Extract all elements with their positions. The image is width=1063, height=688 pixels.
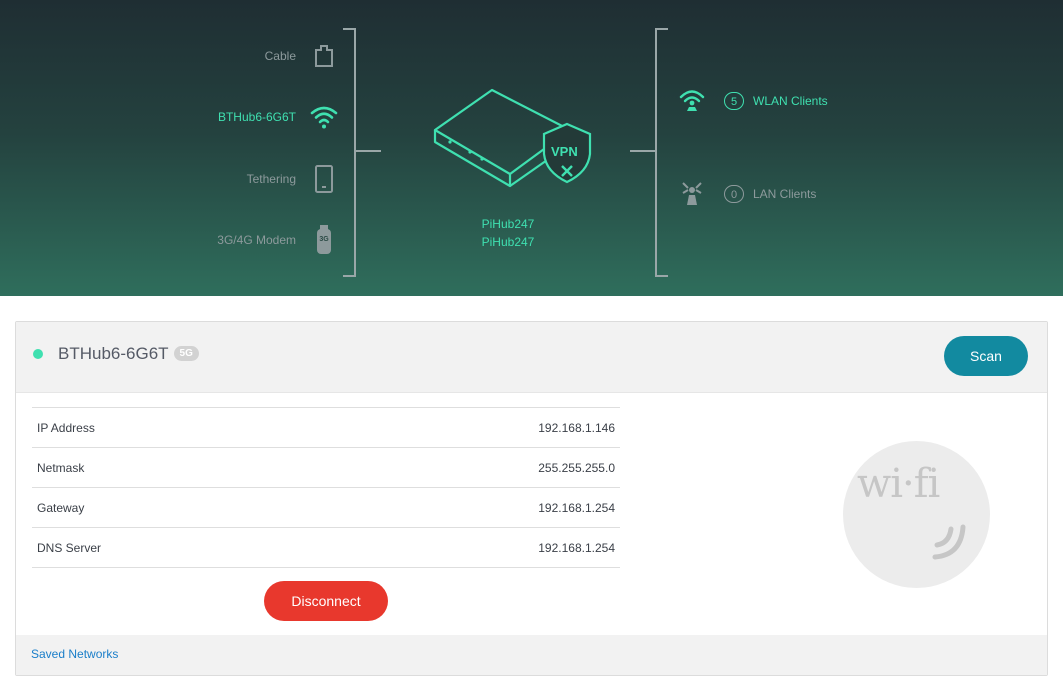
wlan-count-badge: 5: [724, 92, 744, 110]
connector-line: [630, 150, 655, 152]
source-label: Cable: [264, 49, 296, 63]
source-label: Tethering: [246, 172, 296, 186]
wifi-signal-arcs-icon: [932, 524, 966, 560]
info-row: Netmask 255.255.255.0: [32, 447, 620, 488]
wifi-icon: [310, 103, 338, 131]
router-device-illustration: VPN: [430, 82, 592, 190]
card-footer: Saved Networks: [16, 635, 1047, 675]
source-label: BTHub6-6G6T: [217, 110, 296, 124]
info-row: Gateway 192.168.1.254: [32, 487, 620, 528]
wlan-clients-label: WLAN Clients: [753, 94, 828, 108]
info-label: IP Address: [37, 420, 95, 435]
source-cable[interactable]: Cable: [38, 42, 338, 70]
source-bracket: [343, 28, 356, 277]
hostname-block: PiHub247 PiHub247: [470, 215, 546, 251]
network-details-card: BTHub6-6G6T 5G Scan IP Address 192.168.1.1…: [15, 321, 1048, 676]
info-label: Netmask: [37, 460, 85, 475]
source-wifi[interactable]: BTHub6-6G6T: [38, 103, 338, 131]
info-value: 192.168.1.146: [538, 420, 615, 435]
network-topology-panel: Cable BTHub6-6G6T Tethering 3G/4G Modem …: [0, 0, 1063, 296]
info-value: 192.168.1.254: [538, 540, 615, 555]
lan-router-icon: [676, 180, 708, 208]
network-name: BTHub6-6G6T: [58, 344, 169, 363]
network-info-table: IP Address 192.168.1.146 Netmask 255.255.25…: [32, 407, 620, 568]
scan-button[interactable]: Scan: [944, 336, 1028, 376]
lan-clients-label: LAN Clients: [753, 187, 817, 201]
wlan-clients-row[interactable]: 5 WLAN Clients: [676, 87, 828, 115]
connector-line: [356, 150, 381, 152]
ethernet-port-icon: [310, 42, 338, 70]
source-tethering[interactable]: Tethering: [38, 165, 338, 193]
source-modem[interactable]: 3G/4G Modem 3G: [38, 225, 338, 254]
disconnect-button[interactable]: Disconnect: [264, 581, 388, 621]
wifi-logo-text: wi·fi: [857, 461, 940, 507]
info-row: IP Address 192.168.1.146: [32, 407, 620, 448]
hostname-line: PiHub247: [481, 235, 535, 249]
info-label: Gateway: [37, 500, 85, 515]
source-list: Cable BTHub6-6G6T Tethering 3G/4G Modem …: [0, 0, 338, 296]
network-title: BTHub6-6G6T 5G: [58, 344, 199, 364]
svg-text:3G: 3G: [319, 236, 329, 243]
info-value: 255.255.255.0: [538, 460, 615, 475]
saved-networks-link[interactable]: Saved Networks: [31, 647, 118, 661]
lan-clients-row[interactable]: 0 LAN Clients: [676, 180, 816, 208]
band-badge: 5G: [173, 345, 199, 361]
info-row: DNS Server 192.168.1.254: [32, 527, 620, 568]
wireless-router-icon: [676, 87, 708, 115]
lan-count-badge: 0: [724, 185, 744, 203]
info-label: DNS Server: [37, 540, 102, 555]
connection-status-dot: [33, 349, 43, 359]
hostname-line: PiHub247: [481, 217, 535, 231]
phone-icon: [310, 165, 338, 193]
client-bracket: [655, 28, 668, 277]
wifi-logo: wi·fi: [843, 441, 990, 588]
vpn-badge: VPN: [551, 144, 578, 159]
source-label: 3G/4G Modem: [217, 233, 296, 247]
info-value: 192.168.1.254: [538, 500, 615, 515]
usb-modem-icon: 3G: [310, 225, 338, 254]
card-header: BTHub6-6G6T 5G Scan: [16, 322, 1047, 393]
